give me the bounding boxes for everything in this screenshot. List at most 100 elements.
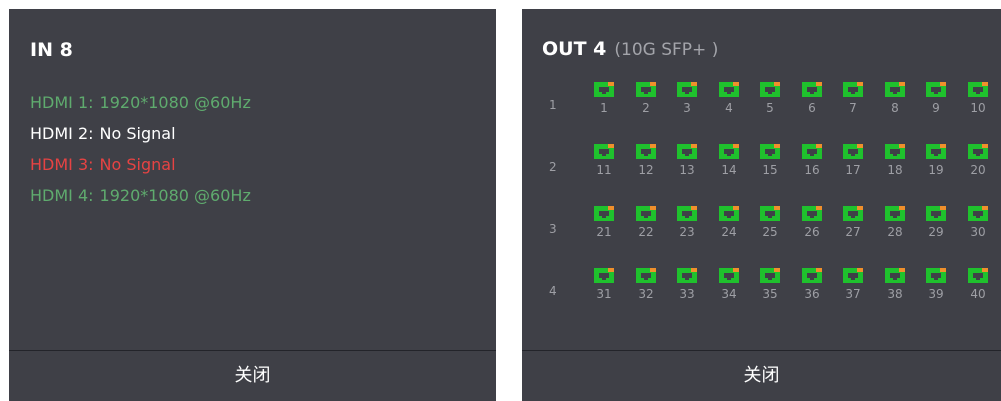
port-number: 23 (679, 225, 695, 239)
input-title: IN 8 (30, 39, 73, 61)
ethernet-port-icon (968, 82, 988, 97)
hdmi-label: HDMI 3: (30, 155, 94, 174)
port-number: 8 (891, 101, 899, 115)
port-number: 11 (596, 163, 612, 177)
port-item[interactable]: 27 (841, 206, 865, 242)
port-item[interactable]: 19 (924, 144, 948, 180)
ethernet-port-icon (636, 82, 656, 97)
port-item[interactable]: 33 (675, 268, 699, 304)
port-item[interactable]: 37 (841, 268, 865, 304)
port-item[interactable]: 10 (966, 82, 990, 118)
port-item[interactable]: 14 (717, 144, 741, 180)
port-number: 36 (804, 287, 820, 301)
port-item[interactable]: 4 (717, 82, 741, 118)
port-item[interactable]: 6 (800, 82, 824, 118)
hdmi-label: HDMI 2: (30, 124, 94, 143)
hdmi-row: HDMI 2: No Signal (30, 124, 251, 155)
port-item[interactable]: 22 (634, 206, 658, 242)
port-item[interactable]: 11 (592, 144, 616, 180)
ethernet-port-icon (843, 144, 863, 159)
ethernet-port-icon (802, 268, 822, 283)
port-item[interactable]: 1 (592, 82, 616, 118)
port-item[interactable]: 36 (800, 268, 824, 304)
port-item[interactable]: 34 (717, 268, 741, 304)
port-item[interactable]: 7 (841, 82, 865, 118)
port-item[interactable]: 31 (592, 268, 616, 304)
ethernet-port-icon (843, 268, 863, 283)
port-item[interactable]: 40 (966, 268, 990, 304)
port-number: 26 (804, 225, 820, 239)
port-number: 33 (679, 287, 695, 301)
hdmi-status-list: HDMI 1: 1920*1080 @60Hz HDMI 2: No Signal … (30, 93, 251, 217)
port-number: 39 (928, 287, 944, 301)
port-item[interactable]: 17 (841, 144, 865, 180)
ethernet-port-icon (968, 268, 988, 283)
port-number: 30 (970, 225, 986, 239)
ethernet-port-icon (802, 144, 822, 159)
port-item[interactable]: 38 (883, 268, 907, 304)
port-number: 24 (721, 225, 737, 239)
port-item[interactable]: 20 (966, 144, 990, 180)
port-item[interactable]: 9 (924, 82, 948, 118)
port-item[interactable]: 12 (634, 144, 658, 180)
ethernet-port-icon (926, 144, 946, 159)
port-number: 40 (970, 287, 986, 301)
ethernet-port-icon (594, 206, 614, 221)
port-number: 25 (762, 225, 778, 239)
port-item[interactable]: 32 (634, 268, 658, 304)
port-item[interactable]: 26 (800, 206, 824, 242)
ethernet-port-icon (760, 206, 780, 221)
port-item[interactable]: 5 (758, 82, 782, 118)
hdmi-value: No Signal (99, 124, 176, 143)
ethernet-port-icon (677, 144, 697, 159)
ethernet-port-icon (636, 206, 656, 221)
port-item[interactable]: 24 (717, 206, 741, 242)
port-item[interactable]: 15 (758, 144, 782, 180)
ethernet-port-icon (677, 82, 697, 97)
output-close-button[interactable]: 关闭 (522, 350, 1001, 401)
port-number: 12 (638, 163, 654, 177)
ethernet-port-icon (760, 144, 780, 159)
port-item[interactable]: 39 (924, 268, 948, 304)
port-item[interactable]: 2 (634, 82, 658, 118)
port-number: 35 (762, 287, 778, 301)
port-number: 1 (600, 101, 608, 115)
port-item[interactable]: 25 (758, 206, 782, 242)
port-number: 18 (887, 163, 903, 177)
port-item[interactable]: 29 (924, 206, 948, 242)
ethernet-port-icon (885, 144, 905, 159)
ethernet-port-icon (843, 82, 863, 97)
port-item[interactable]: 21 (592, 206, 616, 242)
ethernet-port-icon (760, 82, 780, 97)
port-number: 28 (887, 225, 903, 239)
input-close-button[interactable]: 关闭 (9, 350, 496, 401)
hdmi-label: HDMI 1: (30, 93, 94, 112)
ethernet-port-icon (926, 206, 946, 221)
port-number: 22 (638, 225, 654, 239)
row-label: 4 (549, 284, 557, 298)
port-item[interactable]: 8 (883, 82, 907, 118)
ethernet-port-icon (594, 144, 614, 159)
port-item[interactable]: 28 (883, 206, 907, 242)
port-number: 3 (683, 101, 691, 115)
port-number: 14 (721, 163, 737, 177)
hdmi-value: No Signal (99, 155, 176, 174)
port-number: 29 (928, 225, 944, 239)
hdmi-label: HDMI 4: (30, 186, 94, 205)
port-item[interactable]: 23 (675, 206, 699, 242)
ethernet-port-icon (594, 268, 614, 283)
port-number: 20 (970, 163, 986, 177)
ethernet-port-icon (636, 144, 656, 159)
port-item[interactable]: 13 (675, 144, 699, 180)
port-number: 5 (766, 101, 774, 115)
port-number: 4 (725, 101, 733, 115)
ethernet-port-icon (843, 206, 863, 221)
port-item[interactable]: 30 (966, 206, 990, 242)
ethernet-port-icon (719, 268, 739, 283)
port-item[interactable]: 3 (675, 82, 699, 118)
hdmi-row: HDMI 1: 1920*1080 @60Hz (30, 93, 251, 124)
port-item[interactable]: 18 (883, 144, 907, 180)
port-number: 15 (762, 163, 778, 177)
port-item[interactable]: 35 (758, 268, 782, 304)
port-item[interactable]: 16 (800, 144, 824, 180)
